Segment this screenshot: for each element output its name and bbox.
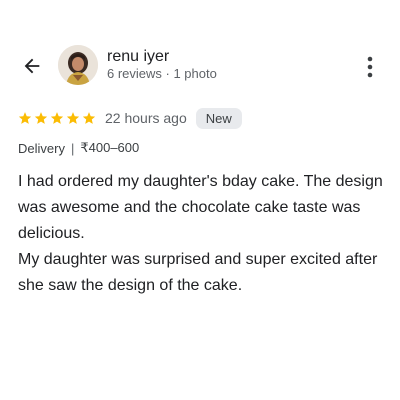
back-button[interactable] xyxy=(16,52,48,80)
review-time: 22 hours ago xyxy=(105,110,187,126)
new-badge: New xyxy=(195,107,242,129)
review-header: renu iyer 6 reviews · 1 photo xyxy=(0,0,400,100)
review-paragraph: My daughter was surprised and super exci… xyxy=(18,251,378,294)
star-icon xyxy=(18,112,32,124)
review-body: I had ordered my daughter's bday cake. T… xyxy=(18,169,390,299)
star-icon xyxy=(82,112,96,124)
avatar[interactable] xyxy=(58,45,98,85)
arrow-left-icon xyxy=(24,58,40,74)
reviewer-name[interactable]: renu iyer xyxy=(107,48,169,66)
review-details: Delivery | ₹400–600 xyxy=(18,140,139,156)
star-rating xyxy=(18,111,96,125)
star-icon xyxy=(66,112,80,124)
rating-row: 22 hours ago New xyxy=(18,106,242,130)
more-options-button[interactable] xyxy=(360,54,380,80)
reviewer-meta: 6 reviews · 1 photo xyxy=(107,66,217,81)
details-separator: | xyxy=(70,140,75,156)
review-paragraph: I had ordered my daughter's bday cake. T… xyxy=(18,173,383,242)
star-icon xyxy=(50,112,64,124)
star-icon xyxy=(34,112,48,124)
order-type: Delivery xyxy=(18,140,65,156)
price-range: ₹400–600 xyxy=(80,140,140,155)
more-vertical-icon xyxy=(367,56,373,78)
